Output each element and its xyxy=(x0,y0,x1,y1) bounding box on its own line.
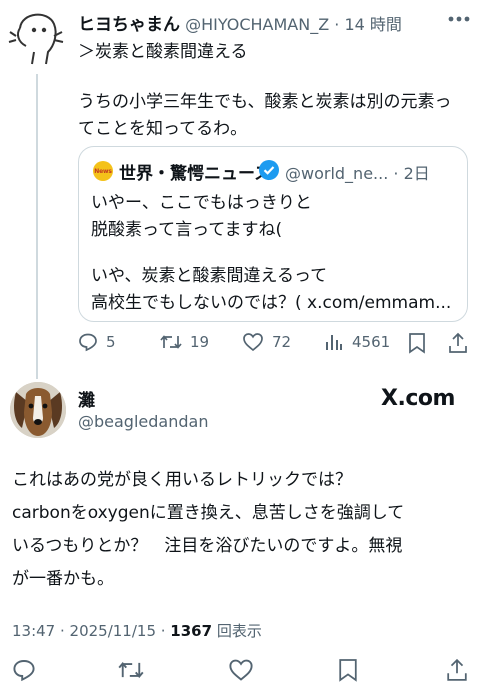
like-icon xyxy=(242,332,264,352)
bookmark-icon[interactable] xyxy=(408,332,426,354)
like-icon[interactable] xyxy=(228,658,254,682)
reply-icon[interactable] xyxy=(12,658,36,682)
tweet-text-line: これはあの党が良く用いるレトリックでは？ xyxy=(12,470,352,490)
quoted-tweet-card[interactable]: News 世界・驚愕ニュース @world_ne... · 2日 いやー、ここで… xyxy=(78,146,468,322)
views-icon xyxy=(324,332,344,352)
timestamp-row: 13:47 · 2025/11/15 · 1367 回表示 xyxy=(12,620,262,641)
share-icon[interactable] xyxy=(446,657,468,683)
thread-line xyxy=(36,74,38,379)
avatar[interactable] xyxy=(8,6,66,68)
tweet-text-line: ＞炭素と酸素間違える xyxy=(78,42,248,62)
like-count: 72 xyxy=(272,333,292,351)
retweet-icon xyxy=(160,332,182,352)
retweet-button[interactable]: 19 xyxy=(160,332,209,352)
time-ago[interactable]: 14 時間 xyxy=(344,15,401,34)
reply-button[interactable]: 5 xyxy=(78,332,116,352)
quoted-text-line: 高校生でもしないのでは？( x.com/emmam... xyxy=(91,293,452,313)
retweet-icon[interactable] xyxy=(118,658,144,682)
separator: · xyxy=(393,164,399,183)
handle[interactable]: @HIYOCHAMAN_Z xyxy=(185,15,329,34)
quoted-display-name: 世界・驚愕ニュース xyxy=(119,164,272,184)
tweet-text-line: carbonをoxygenに置き換え、息苦しさを強調して xyxy=(12,503,405,523)
tweet-text-line: てことを知ってるわ。 xyxy=(78,119,248,139)
more-icon[interactable] xyxy=(448,16,470,22)
view-count: 4561 xyxy=(352,333,391,351)
view-count: 1367 xyxy=(170,622,213,640)
retweet-count: 19 xyxy=(190,333,210,351)
share-icon[interactable] xyxy=(448,332,468,354)
tweet-text-line: が一番かも。 xyxy=(12,569,114,589)
reply-icon xyxy=(78,332,98,352)
views-button[interactable]: 4561 xyxy=(324,332,390,352)
reply-count: 5 xyxy=(106,333,116,351)
news-logo: News xyxy=(93,161,113,181)
tweet-text-line: うちの小学三年生でも、酸素と炭素は別の元素っ xyxy=(78,92,452,112)
display-name[interactable]: 灘 xyxy=(78,386,95,411)
quoted-text-line: 脱酸素って言ってますね( xyxy=(91,220,283,240)
quoted-text-line: いやー、ここでもはっきりと xyxy=(91,193,312,213)
brand-label: X.com xyxy=(381,386,455,411)
like-button[interactable]: 72 xyxy=(242,332,291,352)
avatar[interactable] xyxy=(10,382,66,438)
handle[interactable]: @beagledandan xyxy=(78,412,208,431)
tweet-text-line: いるつもりとか？ 注目を浴びたいのですよ。無視 xyxy=(12,536,403,556)
verified-icon xyxy=(259,160,279,180)
quoted-time: 2日 xyxy=(403,164,430,183)
display-name[interactable]: ヒヨちゃまん xyxy=(78,15,180,35)
view-label: 回表示 xyxy=(212,622,262,640)
separator: · xyxy=(334,15,340,34)
quoted-handle: @world_ne... xyxy=(285,164,389,183)
bookmark-icon[interactable] xyxy=(338,657,358,683)
timestamp[interactable]: 13:47 · 2025/11/15 · xyxy=(12,622,170,640)
quoted-text-line: いや、炭素と酸素間違えるって xyxy=(91,266,328,286)
